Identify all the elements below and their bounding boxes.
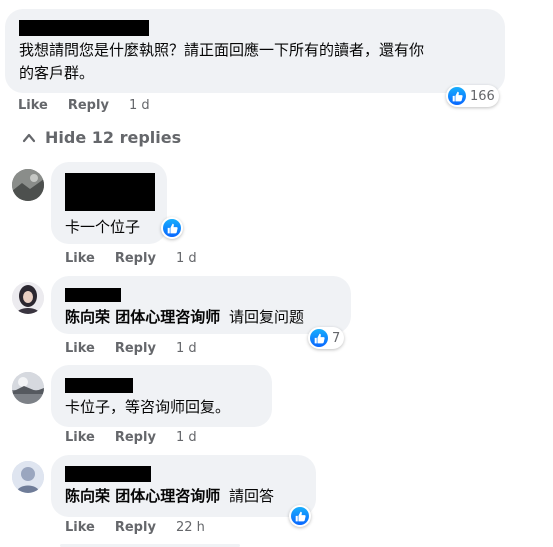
reply-time[interactable]: 1 d (176, 251, 197, 267)
mention-link[interactable]: 陈向荣 团体心理咨询师 (65, 308, 220, 326)
reaction-badge[interactable]: 7 (308, 327, 345, 349)
like-button[interactable]: Like (65, 520, 95, 536)
reply-button[interactable]: Reply (115, 341, 156, 357)
reply-actions: Like Reply 1 d (65, 430, 197, 446)
reply-text: 陈向荣 团体心理咨询师 请回复问题 (65, 307, 304, 327)
reply-button[interactable]: Reply (115, 520, 156, 536)
reply-text: 卡位子，等咨询师回复。 (65, 398, 231, 416)
reaction-count: 166 (470, 88, 495, 104)
reply-button[interactable]: Reply (115, 430, 156, 446)
comment-text: 的客戶群。 (19, 64, 95, 82)
reply-time[interactable]: 1 d (176, 341, 197, 357)
redacted-name (65, 378, 133, 393)
thumbs-up-icon (163, 219, 181, 237)
reply-text: 陈向荣 团体心理咨询师 請回答 (65, 486, 274, 506)
thumbs-up-icon (448, 87, 466, 105)
like-button[interactable]: Like (65, 341, 95, 357)
like-button[interactable]: Like (18, 98, 48, 114)
like-button[interactable]: Like (65, 251, 95, 267)
comment-actions: Like Reply 1 d (18, 98, 150, 114)
reply-text-body: 请回复问题 (229, 308, 305, 326)
redacted-name (65, 466, 151, 482)
comment-text: 我想請問您是什麼執照？請正面回應一下所有的讀者，還有你 (19, 41, 425, 59)
reply-actions: Like Reply 22 h (65, 520, 205, 536)
hide-replies-button[interactable]: Hide 12 replies (22, 128, 181, 147)
reply-text: 卡一个位子 (65, 218, 141, 236)
like-button[interactable]: Like (65, 430, 95, 446)
redacted-name (65, 288, 121, 302)
avatar[interactable] (12, 461, 44, 493)
reply-actions: Like Reply 1 d (65, 251, 197, 267)
thumbs-up-icon (310, 329, 328, 347)
reply-time[interactable]: 22 h (176, 520, 205, 536)
avatar[interactable] (12, 169, 44, 201)
reply-button[interactable]: Reply (68, 98, 109, 114)
reaction-badge[interactable] (289, 505, 311, 527)
thumbs-up-icon (291, 507, 309, 525)
mention-link[interactable]: 陈向荣 团体心理咨询师 (65, 487, 220, 505)
reaction-badge[interactable] (161, 217, 183, 239)
chevron-up-icon (22, 133, 36, 142)
comment-time[interactable]: 1 d (129, 98, 150, 114)
reply-time[interactable]: 1 d (176, 430, 197, 446)
reaction-count: 7 (332, 330, 341, 346)
reaction-badge[interactable]: 166 (446, 85, 499, 107)
reply-button[interactable]: Reply (115, 251, 156, 267)
reply-bubble (51, 365, 272, 427)
hide-replies-label: Hide 12 replies (45, 128, 182, 147)
avatar[interactable] (12, 372, 44, 404)
avatar[interactable] (12, 282, 44, 314)
reply-text-body: 請回答 (229, 487, 275, 505)
redacted-name (65, 173, 155, 211)
redacted-name (19, 20, 149, 36)
reply-actions: Like Reply 1 d (65, 341, 197, 357)
